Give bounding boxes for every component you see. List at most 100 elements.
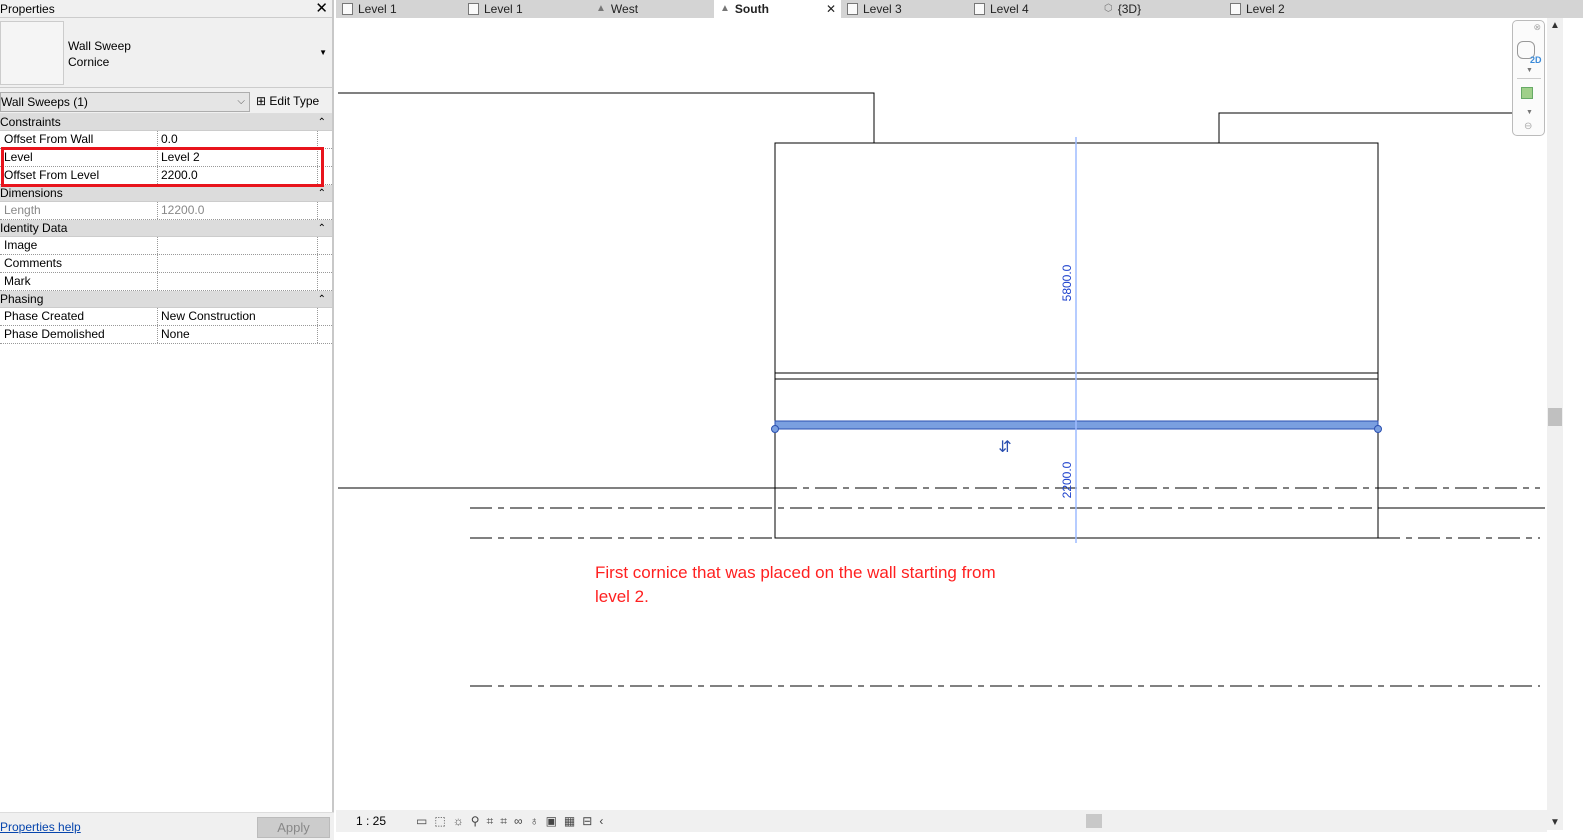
tab-west[interactable]: ▲ West — [590, 0, 714, 18]
temporary-view-properties-icon[interactable]: ▣ — [546, 814, 557, 829]
horizontal-scroll-thumb[interactable] — [1086, 814, 1102, 828]
plan-view-icon — [847, 3, 858, 15]
annotation-line-2: level 2. — [595, 587, 649, 606]
property-name: Phase Created — [0, 308, 158, 325]
property-value[interactable] — [158, 255, 318, 272]
instance-filter-select[interactable]: Wall Sweeps (1) ⌵ — [0, 92, 250, 112]
temporary-hide-icon[interactable]: ∞ — [514, 814, 523, 829]
zoom-icon[interactable] — [1521, 87, 1533, 99]
edit-type-icon: ⊞ — [256, 94, 270, 108]
property-name: Length — [0, 202, 158, 219]
show-crop-region-icon[interactable]: ⌗ — [500, 814, 507, 829]
type-family: Wall Sweep — [68, 39, 131, 53]
property-value[interactable]: 12200.0 — [158, 202, 318, 219]
shadows-icon[interactable]: ⚲ — [471, 814, 480, 829]
property-row: Mark — [0, 273, 332, 291]
visual-style-icon[interactable]: ⬚ — [434, 814, 445, 829]
property-row: Phase Demolished None — [0, 326, 332, 344]
property-value[interactable]: 0.0 — [158, 131, 318, 148]
elevation-icon: ▲ — [596, 3, 606, 14]
view-control-bar: 1 : 25 ▭ ⬚ ☼ ⚲ ⌗ ⌗ ∞ ♁ ▣ ▦ ⊟ ‹ — [336, 810, 1547, 832]
scroll-thumb[interactable] — [1548, 408, 1562, 426]
dropdown-icon[interactable]: ▼ — [319, 48, 327, 57]
collapse-icon[interactable]: ⌃ — [318, 114, 326, 131]
navigation-bar[interactable]: ⊗ 2D ▼ ▼ ⊖ — [1512, 20, 1545, 136]
property-name: Phase Demolished — [0, 326, 158, 343]
property-name: Image — [0, 237, 158, 254]
edit-type-button[interactable]: ⊞ Edit Type — [256, 91, 319, 111]
detail-level-icon[interactable]: ▭ — [416, 814, 427, 829]
tab-label: {3D} — [1117, 2, 1142, 16]
tab-label: South — [734, 2, 769, 16]
collapse-icon[interactable]: ⌃ — [318, 185, 326, 202]
plan-view-icon — [974, 3, 985, 15]
properties-title-bar: Properties ✕ — [0, 0, 332, 18]
tab-south[interactable]: ▲ South ✕ — [714, 0, 841, 18]
group-header-dimensions[interactable]: Dimensions ⌃ — [0, 185, 332, 202]
dimension-upper: 5800.0 — [1060, 264, 1074, 301]
filter-label: Wall Sweeps (1) — [1, 95, 88, 109]
close-tab-icon[interactable]: ✕ — [826, 0, 836, 18]
elevation-icon: ▲ — [720, 3, 730, 14]
tab-label: Level 4 — [990, 2, 1029, 16]
constraints-icon[interactable]: ⊟ — [582, 814, 592, 829]
tab-level-3[interactable]: Level 3 — [841, 0, 968, 18]
property-value[interactable] — [158, 237, 318, 254]
group-label: Identity Data — [0, 221, 68, 235]
dropdown-icon[interactable]: ▼ — [1526, 109, 1533, 116]
property-value[interactable]: None — [158, 326, 318, 343]
tab-level-2[interactable]: Level 2 — [1224, 0, 1354, 18]
group-header-constraints[interactable]: Constraints ⌃ — [0, 114, 332, 131]
roof-line-left — [338, 92, 875, 143]
tab--3d-[interactable]: ⬡ {3D} — [1098, 0, 1224, 18]
crop-view-icon[interactable]: ⌗ — [486, 814, 493, 829]
scale-selector[interactable]: 1 : 25 — [336, 814, 406, 828]
property-row: Phase Created New Construction — [0, 308, 332, 326]
tab-level-1[interactable]: Level 1 — [462, 0, 590, 18]
property-value[interactable] — [158, 273, 318, 290]
minimize-icon[interactable]: ⊖ — [1524, 121, 1532, 132]
dimension-lower: 2200.0 — [1060, 461, 1074, 498]
properties-help-link[interactable]: Properties help — [0, 820, 81, 834]
property-row: Image — [0, 237, 332, 255]
tab-label: Level 1 — [484, 2, 523, 16]
collapse-icon[interactable]: ⌃ — [318, 291, 326, 308]
scroll-down-icon[interactable]: ▼ — [1550, 817, 1560, 828]
group-header-identity-data[interactable]: Identity Data ⌃ — [0, 220, 332, 237]
property-name: Comments — [0, 255, 158, 272]
tab-level-4[interactable]: Level 4 — [968, 0, 1098, 18]
roof-line-right — [1218, 112, 1545, 143]
close-icon[interactable]: ✕ — [315, 0, 328, 18]
plan-view-icon — [342, 3, 353, 15]
drawing-canvas[interactable]: ⇵ 5800.0 2200.0 First cornice that was p… — [336, 18, 1547, 810]
collapse-icon[interactable]: ‹ — [599, 814, 603, 829]
3d-view-icon: ⬡ — [1104, 3, 1113, 14]
sun-path-icon[interactable]: ☼ — [453, 814, 464, 829]
view-tabs: Level 1 Level 1 ▲ West ▲ South ✕ Level 3 Level 4… — [336, 0, 1583, 18]
dropdown-icon[interactable]: ▼ — [1526, 67, 1533, 74]
group-label: Constraints — [0, 115, 61, 129]
tab-level-1[interactable]: Level 1 — [336, 0, 462, 18]
scroll-up-icon[interactable]: ▲ — [1550, 20, 1560, 31]
label-2d: 2D — [1530, 55, 1542, 65]
property-name: Mark — [0, 273, 158, 290]
tab-label: Level 3 — [863, 2, 902, 16]
plan-view-icon — [1230, 3, 1241, 15]
highlight-box — [1, 147, 324, 187]
reveal-hidden-icon[interactable]: ♁ — [530, 814, 539, 829]
plan-view-icon — [468, 3, 479, 15]
close-icon[interactable]: ⊗ — [1533, 22, 1541, 33]
property-row: Length 12200.0 — [0, 202, 332, 220]
property-value[interactable]: New Construction — [158, 308, 318, 325]
analytical-model-icon[interactable]: ▦ — [564, 814, 575, 829]
type-name: Cornice — [68, 55, 110, 69]
type-thumbnail — [0, 21, 64, 85]
collapse-icon[interactable]: ⌃ — [318, 220, 326, 237]
flip-arrows-icon: ⇵ — [998, 437, 1011, 456]
group-header-phasing[interactable]: Phasing ⌃ — [0, 291, 332, 308]
vertical-scrollbar[interactable]: ▲ ▼ — [1547, 18, 1563, 830]
apply-button[interactable]: Apply — [257, 817, 330, 838]
edit-type-label: Edit Type — [269, 94, 320, 108]
property-name: Offset From Wall — [0, 131, 158, 148]
type-selector[interactable]: Wall Sweep Cornice ▼ — [0, 18, 332, 88]
